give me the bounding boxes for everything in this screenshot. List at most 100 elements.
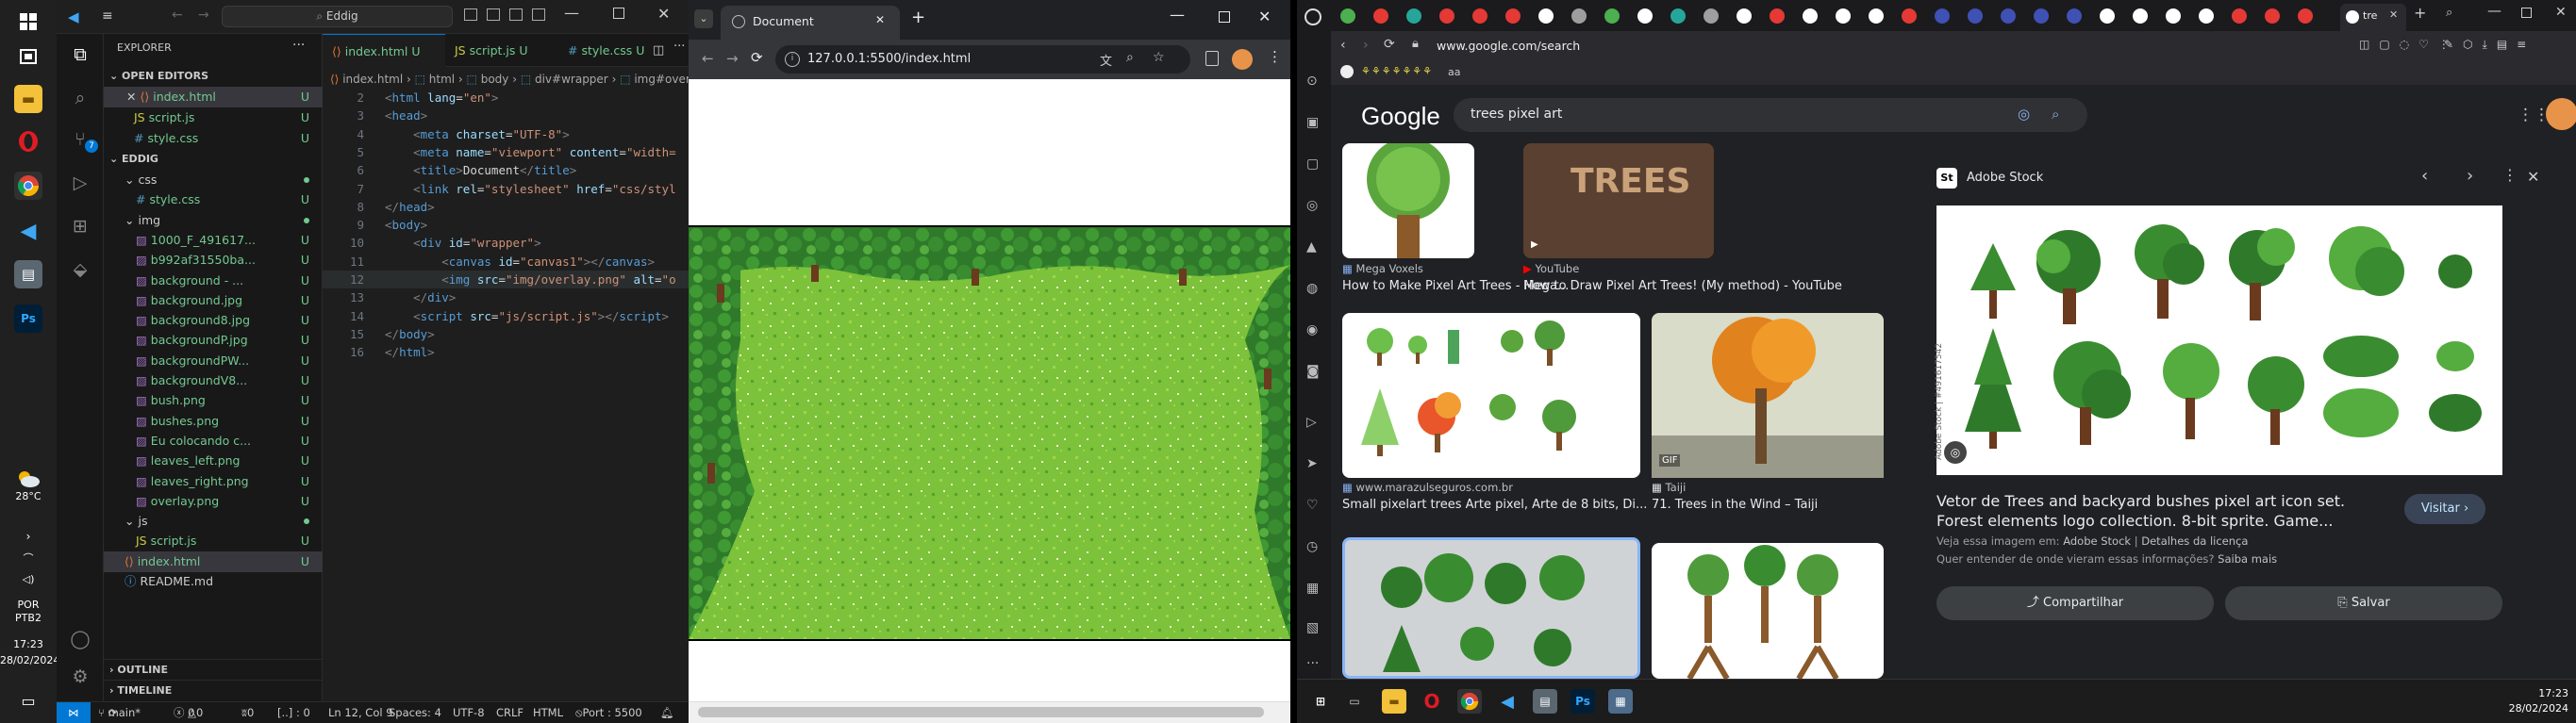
learn-more-link[interactable]: Saiba mais xyxy=(2218,552,2277,566)
more-options-icon[interactable]: ⋮ xyxy=(2502,166,2518,184)
back-arrow-icon[interactable]: ‹ xyxy=(1340,38,1346,53)
bookmark-icon[interactable] xyxy=(1340,65,1354,78)
heart-icon[interactable]: ♡ xyxy=(1306,498,1319,513)
pinned-tab-favicon-icon[interactable] xyxy=(2298,8,2313,24)
more-actions-icon[interactable]: ··· xyxy=(673,40,685,54)
extensions-icon[interactable]: ⊞ xyxy=(69,215,91,238)
pinned-tab-favicon-icon[interactable] xyxy=(2199,8,2214,24)
file-item[interactable]: ▨ Eu colocando c... U xyxy=(104,431,323,452)
result-thumbnail-4[interactable]: GIF xyxy=(1652,313,1884,478)
clock-time[interactable]: 17:23 xyxy=(2523,687,2568,699)
code-line[interactable]: 10 <div id="wrapper"> xyxy=(323,234,689,252)
close-panel-icon[interactable]: ✕ xyxy=(2527,168,2539,186)
next-image-icon[interactable]: › xyxy=(2467,166,2473,186)
live-server-status[interactable]: ⦸ Port : 5500 xyxy=(575,702,642,723)
twitch-icon[interactable]: ▢ xyxy=(1306,156,1319,172)
code-line[interactable]: 8 </head> xyxy=(323,198,689,216)
player-icon[interactable]: ▷ xyxy=(1306,415,1317,430)
file-explorer-icon[interactable]: ▬ xyxy=(1382,689,1406,714)
previous-image-icon[interactable]: ‹ xyxy=(2421,166,2428,186)
bookmark-aa[interactable]: aa xyxy=(1448,66,1460,78)
open-editor-item[interactable]: # style.css U xyxy=(104,128,323,149)
file-item[interactable]: ▨ background - ... U xyxy=(104,271,323,291)
pinboard-icon[interactable]: ▧ xyxy=(1306,620,1319,635)
python-icon[interactable]: ⬙ xyxy=(69,258,91,281)
toggle-panel-icon[interactable] xyxy=(487,8,500,21)
result-thumbnail-2[interactable]: TREES ▶ xyxy=(1523,143,1714,258)
pinned-tab-favicon-icon[interactable] xyxy=(2232,8,2247,24)
lens-icon[interactable]: ◎ xyxy=(2018,106,2030,123)
more-actions-icon[interactable]: ··· xyxy=(292,38,305,53)
pinned-tab-favicon-icon[interactable] xyxy=(1737,8,1752,24)
file-item[interactable]: ⟨⟩ index.html U xyxy=(104,550,323,572)
pinned-tab-favicon-icon[interactable] xyxy=(1968,8,1983,24)
side-panel-icon[interactable] xyxy=(1205,51,1219,66)
lang-line2[interactable]: PTB2 xyxy=(0,612,57,625)
open-editor-item[interactable]: ✕ ⟨⟩ index.html U xyxy=(104,87,323,107)
volume-icon[interactable]: ◁) xyxy=(0,573,57,586)
pinned-tab-favicon-icon[interactable] xyxy=(2265,8,2280,24)
extension-icons[interactable]: ✎⬡⤓▤≡ xyxy=(2444,38,2535,52)
breadcrumb-item[interactable]: html xyxy=(429,73,455,86)
pinned-tab-favicon-icon[interactable] xyxy=(1637,8,1653,24)
account-icon[interactable]: ◯ xyxy=(69,628,91,650)
files-icon[interactable]: ▤ xyxy=(1533,689,1557,714)
code-line[interactable]: 7 <link rel="stylesheet" href="css/styl xyxy=(323,180,689,198)
minimize-icon[interactable]: — xyxy=(564,4,579,22)
instagram-icon[interactable]: ◎ xyxy=(1306,198,1318,213)
opera-icon[interactable]: O xyxy=(1420,689,1444,714)
toggle-sidebar-icon[interactable] xyxy=(464,8,477,21)
selection-status[interactable]: [..] : 0 xyxy=(277,702,310,723)
scrollbar-thumb[interactable] xyxy=(698,707,1264,717)
breadcrumb-item[interactable]: img#overlay xyxy=(634,73,689,86)
pinned-tab-favicon-icon[interactable] xyxy=(1604,8,1620,24)
back-arrow-icon[interactable]: ← xyxy=(702,50,714,67)
customize-layout-icon[interactable] xyxy=(532,8,545,21)
panel-source[interactable]: Adobe Stock xyxy=(1967,171,2043,185)
tab-script-js[interactable]: JS script.js U xyxy=(445,34,558,67)
result-source-2[interactable]: ▶ YouTube xyxy=(1523,262,1579,275)
file-item[interactable]: ▨ backgroundPW... U xyxy=(104,351,323,371)
more-icon[interactable]: ··· xyxy=(1306,656,1319,671)
close-icon[interactable] xyxy=(126,131,130,145)
file-explorer-icon[interactable]: ▬ xyxy=(14,85,42,113)
reload-icon[interactable]: ⟳ xyxy=(1384,37,1395,52)
minimize-icon[interactable]: — xyxy=(1170,6,1185,24)
discord-icon[interactable]: ◙ xyxy=(1306,364,1320,379)
file-item[interactable]: ▨ backgroundV8... U xyxy=(104,370,323,391)
code-line[interactable]: 14 <script src="js/script.js"></script> xyxy=(323,307,689,325)
send-icon[interactable]: ➤ xyxy=(1306,456,1318,471)
google-logo[interactable]: Google xyxy=(1361,102,1440,131)
tab-close-icon[interactable]: ✕ xyxy=(2389,8,2398,21)
start-icon[interactable] xyxy=(14,8,42,36)
file-item[interactable]: ▨ overlay.png U xyxy=(104,491,323,512)
task-view-icon[interactable]: ▭ xyxy=(1342,689,1367,714)
result-thumbnail-6[interactable] xyxy=(1652,543,1884,681)
forward-arrow-icon[interactable]: → xyxy=(726,50,739,67)
timeline-header[interactable]: › TIMELINE xyxy=(104,680,323,700)
file-item[interactable]: ▨ background8.jpg U xyxy=(104,310,323,331)
breadcrumb-item[interactable]: index.html xyxy=(342,73,403,86)
result-source-3[interactable]: ▦ www.marazulseguros.com.br xyxy=(1342,481,1513,494)
pinned-tab-favicon-icon[interactable] xyxy=(1803,8,1818,24)
code-line[interactable]: 15 </body> xyxy=(323,325,689,343)
pinned-tab-favicon-icon[interactable] xyxy=(1373,8,1388,24)
result-title-3[interactable]: Small pixelart trees Arte pixel, Arte de… xyxy=(1342,498,1647,512)
menu-icon[interactable]: ≡ xyxy=(102,8,113,24)
pinned-tab-favicon-icon[interactable] xyxy=(1836,8,1851,24)
pinned-tab-favicon-icon[interactable] xyxy=(2166,8,2181,24)
start-icon[interactable]: ⊞ xyxy=(1308,689,1333,714)
project-header[interactable]: ⌄ EDDIG xyxy=(104,149,323,170)
remote-icon[interactable]: ⋈ xyxy=(57,702,91,723)
zoom-icon[interactable]: ⌕ xyxy=(1126,50,1134,65)
open-editors-header[interactable]: ⌄ OPEN EDITORS xyxy=(104,66,323,87)
search-tabs-icon[interactable]: ⌕ xyxy=(2446,6,2452,20)
calculator-icon[interactable]: ▦ xyxy=(1608,689,1633,714)
vscode-icon[interactable]: ◀ xyxy=(14,217,42,245)
file-item[interactable]: ▨ bushes.png U xyxy=(104,411,323,432)
file-item[interactable]: ▨ 1000_F_491617... U xyxy=(104,230,323,251)
tab-search-icon[interactable]: ⌄ xyxy=(694,9,713,28)
maximize-icon[interactable] xyxy=(2521,8,2532,18)
pinned-tab-favicon-icon[interactable] xyxy=(1439,8,1454,24)
close-icon[interactable]: ✕ xyxy=(657,5,670,23)
